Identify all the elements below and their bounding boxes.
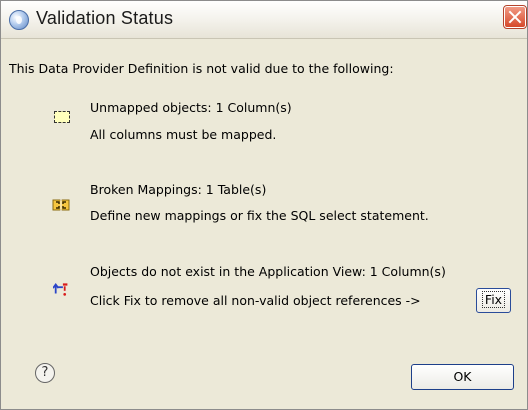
issue-missing-detail: Click Fix to remove all non-valid object… [90, 293, 421, 308]
broken-mapping-icon [52, 199, 70, 211]
fix-button[interactable]: Fix [476, 288, 511, 313]
validation-status-dialog: Validation Status This Data Provider Def… [0, 0, 528, 410]
issue-broken-detail: Define new mappings or fix the SQL selec… [90, 208, 429, 223]
unmapped-object-icon [54, 108, 72, 126]
eclipse-sphere-icon [9, 10, 29, 30]
help-icon: ? [41, 365, 49, 380]
issue-unmapped-detail: All columns must be mapped. [90, 127, 277, 142]
issue-missing-heading: Objects do not exist in the Application … [90, 264, 446, 279]
dialog-title: Validation Status [36, 8, 174, 28]
ok-button[interactable]: OK [411, 364, 514, 390]
dialog-content: This Data Provider Definition is not val… [1, 40, 527, 409]
fix-button-label: Fix [481, 291, 506, 308]
missing-object-icon [53, 283, 68, 296]
intro-message: This Data Provider Definition is not val… [9, 61, 394, 76]
issue-broken-heading: Broken Mappings: 1 Table(s) [90, 182, 267, 197]
close-button[interactable] [503, 5, 527, 29]
help-button[interactable]: ? [35, 363, 55, 383]
title-bar[interactable]: Validation Status [1, 1, 527, 39]
issue-unmapped-heading: Unmapped objects: 1 Column(s) [90, 100, 292, 115]
